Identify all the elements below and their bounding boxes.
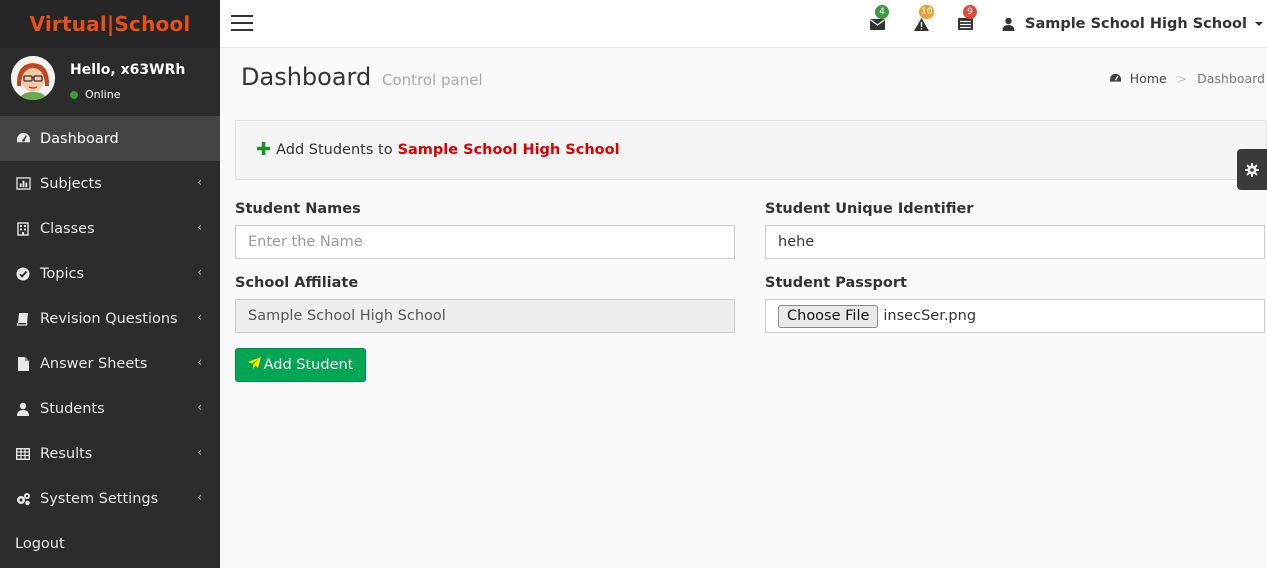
settings-panel-toggle[interactable] bbox=[1237, 149, 1267, 190]
online-status-dot bbox=[70, 90, 78, 99]
sidebar-item-label: Results bbox=[40, 445, 93, 462]
chevron-left-icon: ‹ bbox=[197, 265, 202, 279]
user-status: Online bbox=[70, 88, 120, 101]
tasks-button[interactable]: 9 bbox=[955, 5, 977, 34]
school-affiliate-label: School Affiliate bbox=[235, 275, 359, 291]
sidebar-item-label: Revision Questions bbox=[40, 310, 178, 327]
user-panel: Hello, x63WRh Online bbox=[0, 48, 220, 116]
add-student-label: Add Student bbox=[263, 357, 354, 373]
plus-icon: ✚ bbox=[256, 139, 272, 160]
tasks-badge: 9 bbox=[963, 5, 977, 19]
sidebar-item-label: Logout bbox=[15, 535, 65, 552]
gears-icon bbox=[15, 492, 31, 506]
sidebar-item-label: System Settings bbox=[40, 490, 159, 507]
chevron-left-icon: ‹ bbox=[197, 355, 202, 369]
warning-icon bbox=[913, 17, 929, 31]
page-subtitle: Control panel bbox=[382, 71, 483, 89]
breadcrumb: Home > Dashboard bbox=[1109, 71, 1265, 86]
hamburger-line bbox=[231, 22, 253, 24]
gear-icon bbox=[1245, 162, 1259, 177]
messages-button[interactable]: 4 bbox=[867, 5, 889, 34]
chevron-left-icon: ‹ bbox=[197, 310, 202, 324]
sidebar-item-label: Topics bbox=[40, 265, 85, 282]
dashboard-icon bbox=[1109, 73, 1121, 82]
file-icon bbox=[15, 356, 31, 371]
user-dropdown-toggle[interactable]: Sample School High School bbox=[1002, 0, 1263, 48]
sidebar-item-students[interactable]: Students ‹ bbox=[0, 386, 220, 431]
chevron-left-icon: ‹ bbox=[197, 445, 202, 459]
paper-plane-icon bbox=[247, 357, 261, 373]
add-student-button[interactable]: Add Student bbox=[235, 348, 366, 382]
table-icon bbox=[15, 447, 31, 461]
sidebar: Virtual|School Hello, x63WRh Online Dash… bbox=[0, 0, 220, 568]
user-icon bbox=[1002, 17, 1015, 31]
sidebar-item-system-settings[interactable]: System Settings ‹ bbox=[0, 476, 220, 521]
messages-badge: 4 bbox=[875, 5, 889, 19]
envelope-icon bbox=[869, 18, 885, 30]
breadcrumb-home-link[interactable]: Home bbox=[1109, 71, 1167, 86]
user-greeting: Hello, x63WRh bbox=[70, 62, 186, 78]
sidebar-item-label: Classes bbox=[40, 220, 95, 237]
bar-chart-icon bbox=[15, 177, 31, 191]
selected-file-name: insecSer.png bbox=[883, 308, 977, 324]
building-icon bbox=[15, 221, 31, 236]
current-school-name: Sample School High School bbox=[1025, 16, 1247, 32]
sidebar-item-results[interactable]: Results ‹ bbox=[0, 431, 220, 476]
list-icon bbox=[957, 18, 973, 30]
hamburger-line bbox=[231, 29, 253, 31]
student-names-input[interactable] bbox=[235, 225, 735, 259]
student-passport-file-input: Choose File insecSer.png bbox=[765, 299, 1265, 333]
check-circle-icon bbox=[15, 267, 31, 281]
callout-school-name: Sample School High School bbox=[397, 142, 620, 158]
sidebar-item-label: Subjects bbox=[40, 175, 102, 192]
add-students-callout: ✚ Add Students to Sample School High Sch… bbox=[235, 120, 1267, 180]
chevron-left-icon: ‹ bbox=[197, 220, 202, 234]
chevron-left-icon: ‹ bbox=[197, 490, 202, 504]
sidebar-menu: Dashboard Subjects ‹ Classes ‹ Topics ‹ bbox=[0, 116, 220, 566]
sidebar-item-label: Dashboard bbox=[40, 130, 119, 147]
app-logo[interactable]: Virtual|School bbox=[0, 0, 220, 48]
callout-prefix: Add Students to bbox=[276, 142, 393, 158]
student-names-label: Student Names bbox=[235, 201, 361, 217]
notifications-badge: 10 bbox=[919, 5, 935, 19]
student-uid-label: Student Unique Identifier bbox=[765, 201, 974, 217]
sidebar-item-label: Answer Sheets bbox=[40, 355, 148, 372]
user-avatar bbox=[11, 56, 55, 100]
school-affiliate-field: Sample School High School bbox=[235, 299, 735, 333]
chevron-left-icon: ‹ bbox=[197, 400, 202, 414]
sidebar-item-subjects[interactable]: Subjects ‹ bbox=[0, 161, 220, 206]
user-status-label: Online bbox=[85, 88, 121, 101]
hamburger-line bbox=[231, 15, 253, 17]
breadcrumb-current: Dashboard bbox=[1197, 71, 1265, 86]
page-title: Dashboard bbox=[241, 63, 372, 91]
student-passport-label: Student Passport bbox=[765, 275, 907, 291]
top-navbar: 4 10 9 Sample School High School bbox=[220, 0, 1267, 48]
sidebar-item-label: Students bbox=[40, 400, 105, 417]
sidebar-item-revision-questions[interactable]: Revision Questions ‹ bbox=[0, 296, 220, 341]
caret-down-icon bbox=[1254, 22, 1263, 26]
choose-file-button[interactable]: Choose File bbox=[778, 304, 879, 328]
sidebar-item-classes[interactable]: Classes ‹ bbox=[0, 206, 220, 251]
breadcrumb-separator: > bbox=[1176, 71, 1188, 86]
chevron-left-icon: ‹ bbox=[197, 175, 202, 189]
breadcrumb-home-label: Home bbox=[1129, 71, 1167, 86]
student-uid-input[interactable] bbox=[765, 225, 1265, 259]
sidebar-toggle-button[interactable] bbox=[231, 15, 253, 32]
book-icon bbox=[15, 312, 31, 326]
notifications-button[interactable]: 10 bbox=[911, 5, 935, 34]
sidebar-item-topics[interactable]: Topics ‹ bbox=[0, 251, 220, 296]
sidebar-item-answer-sheets[interactable]: Answer Sheets ‹ bbox=[0, 341, 220, 386]
dashboard-icon bbox=[15, 132, 31, 146]
sidebar-item-dashboard[interactable]: Dashboard bbox=[0, 116, 220, 161]
sidebar-item-logout[interactable]: Logout bbox=[0, 521, 220, 566]
user-icon bbox=[15, 402, 31, 416]
